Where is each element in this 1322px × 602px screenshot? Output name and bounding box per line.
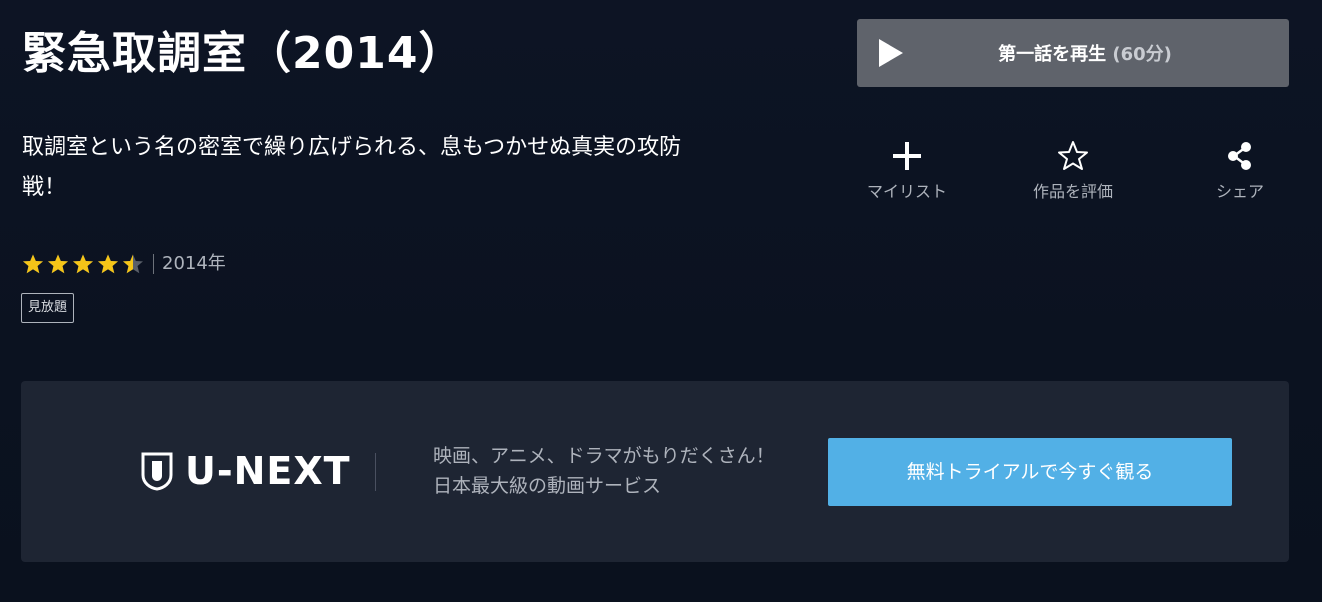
- release-year: 2014年: [153, 254, 226, 274]
- rating-stars: [22, 253, 147, 275]
- unlimited-badge: 見放題: [21, 293, 75, 323]
- share-label: シェア: [1215, 182, 1264, 201]
- plus-icon: [893, 142, 921, 170]
- star-full-icon: [23, 254, 43, 274]
- banner-copy-line1: 映画、アニメ、ドラマがもりだくさん！: [433, 445, 775, 467]
- star-outline-icon: [1058, 141, 1088, 170]
- star-full-icon: [73, 254, 93, 274]
- unext-logo-text: U-NEXT: [185, 449, 351, 493]
- rate-label: 作品を評価: [1032, 182, 1113, 201]
- banner-copy-line2: 日本最大級の動画サービス: [433, 475, 662, 497]
- meta-row: 2014年: [22, 250, 226, 278]
- description: 取調室という名の密室で繰り広げられる、息もつかせぬ真実の攻防戦！: [22, 135, 682, 200]
- mylist-button[interactable]: マイリスト: [847, 138, 967, 202]
- unext-banner: U-NEXT 映画、アニメ、ドラマがもりだくさん！ 日本最大級の動画サービス 無…: [21, 381, 1289, 562]
- play-button-duration: (60分): [1112, 44, 1172, 65]
- play-first-episode-button[interactable]: 第一話を再生 (60分): [857, 19, 1289, 87]
- play-button-label: 第一話を再生 (60分): [857, 40, 1289, 66]
- page-title: 緊急取調室（2014）: [22, 28, 464, 79]
- page: 緊急取調室（2014） 第一話を再生 (60分) 取調室という名の密室で繰り広げ…: [0, 0, 1322, 602]
- rate-button[interactable]: 作品を評価: [1013, 138, 1133, 202]
- star-full-icon: [48, 254, 68, 274]
- unext-shield-icon: [141, 452, 173, 491]
- play-button-text: 第一話を再生: [998, 44, 1107, 65]
- banner-copy: 映画、アニメ、ドラマがもりだくさん！ 日本最大級の動画サービス: [433, 441, 775, 501]
- share-icon: [1228, 142, 1251, 170]
- unext-logo: U-NEXT: [141, 449, 351, 493]
- mylist-label: マイリスト: [866, 182, 947, 201]
- play-icon: [879, 39, 903, 67]
- star-full-icon: [98, 254, 118, 274]
- share-button[interactable]: シェア: [1180, 138, 1300, 202]
- banner-divider: [375, 453, 376, 491]
- star-half-icon: [123, 254, 143, 274]
- free-trial-button[interactable]: 無料トライアルで今すぐ観る: [828, 438, 1232, 506]
